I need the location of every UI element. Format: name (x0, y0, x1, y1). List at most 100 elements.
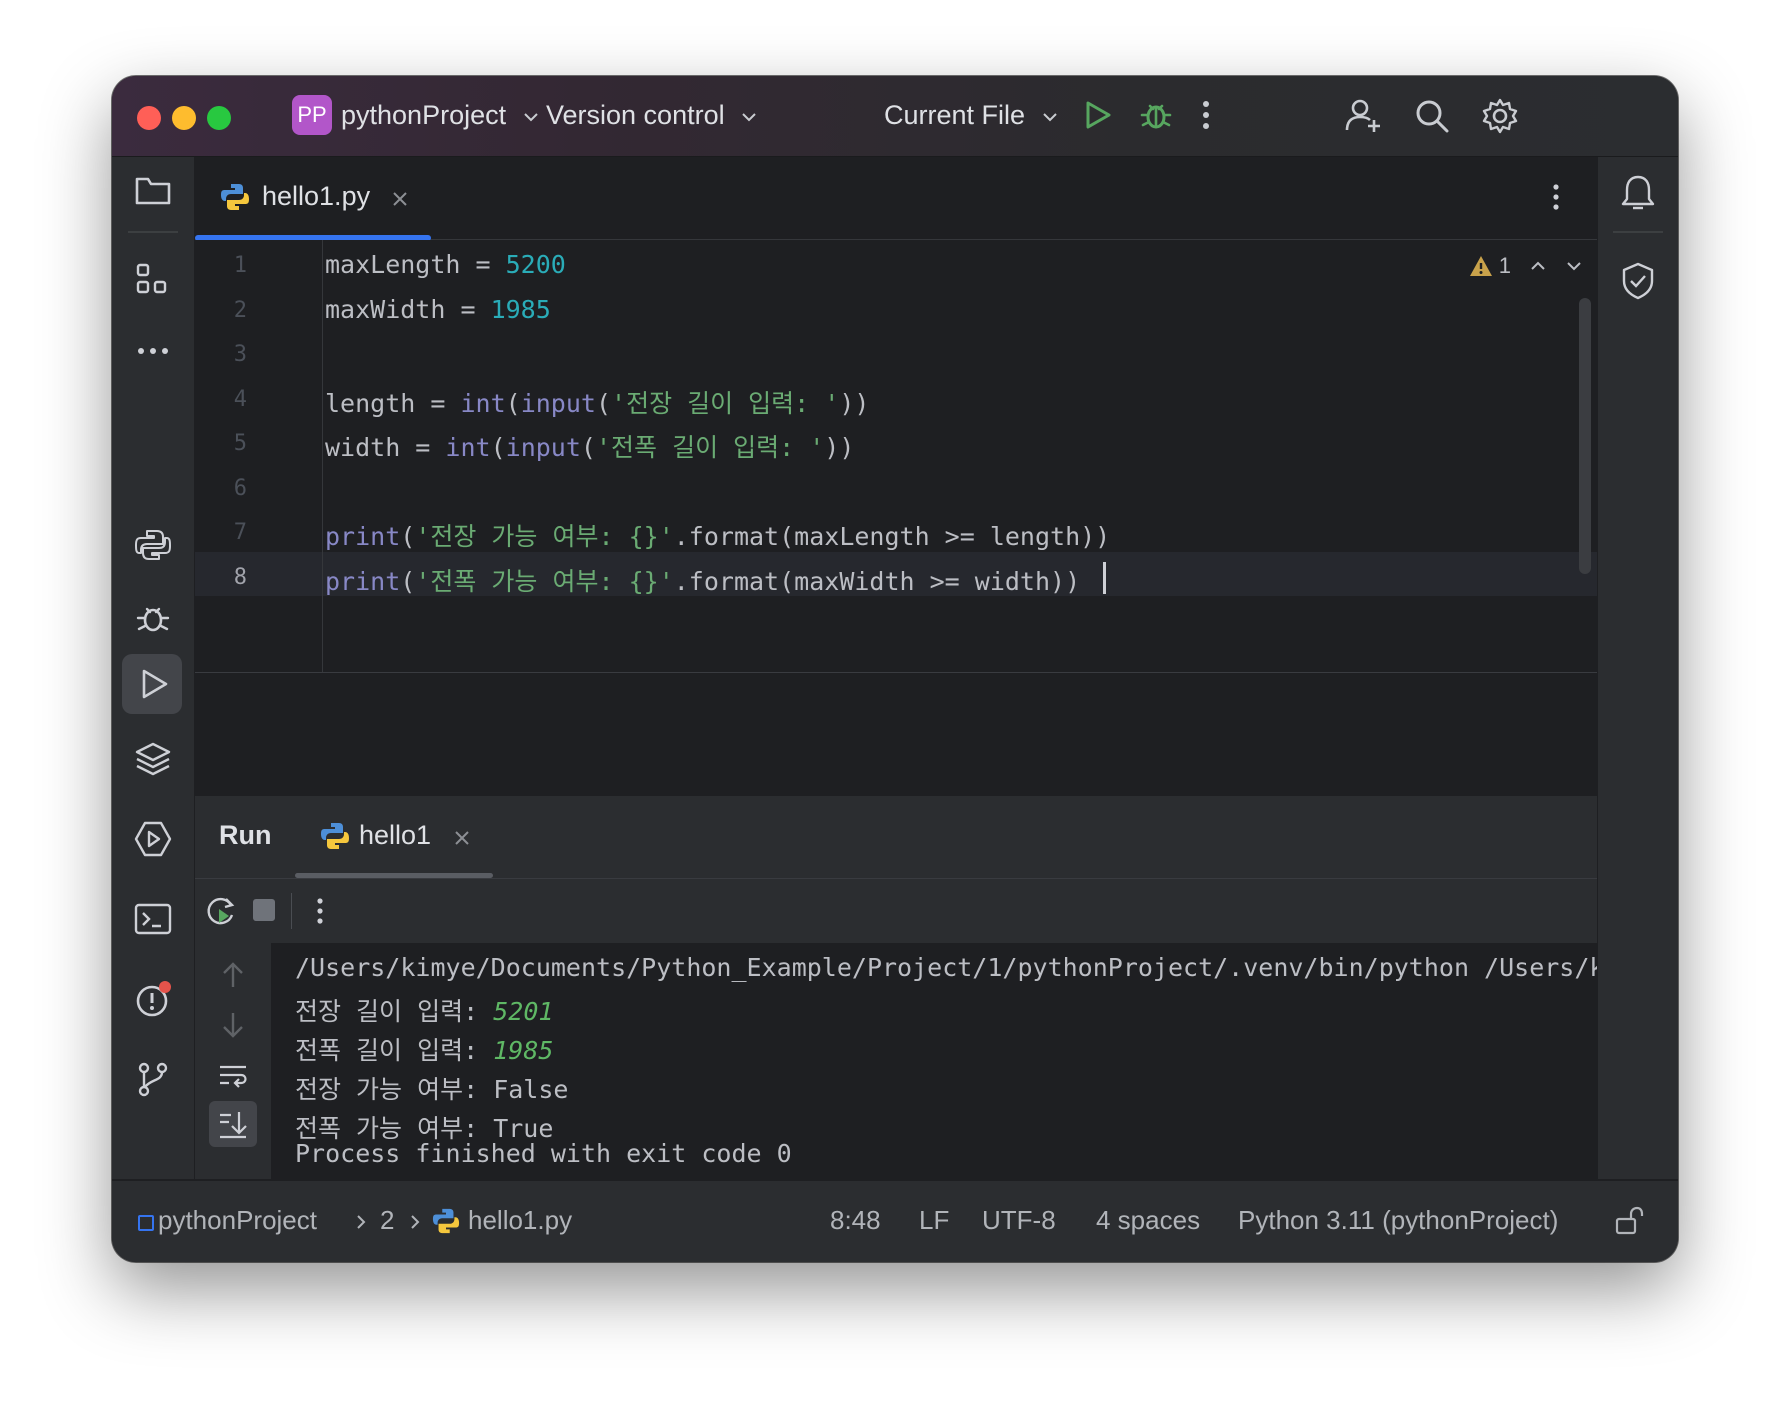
editor-tab-bar: hello1.py (195, 157, 1597, 241)
code-line[interactable]: print('전폭 가능 여부: {}'.format(maxWidth >= … (325, 562, 1080, 598)
line-number: 1 (233, 253, 247, 278)
project-selector[interactable]: pythonProject (341, 98, 540, 132)
line-ending[interactable]: LF (919, 1205, 949, 1236)
chevron-down-icon[interactable] (1565, 257, 1583, 275)
breadcrumb-project[interactable]: pythonProject (158, 1205, 317, 1236)
editor-bottom-area (195, 672, 1597, 749)
add-user-icon[interactable] (1344, 96, 1384, 136)
code-token: maxWidth = (325, 295, 491, 324)
structure-icon[interactable] (133, 261, 173, 301)
gutter-separator (322, 240, 323, 672)
line-number: 2 (233, 298, 247, 323)
code-token: )) (839, 389, 870, 418)
arrow-down-icon[interactable] (217, 1009, 249, 1041)
close-icon[interactable] (454, 830, 470, 846)
unlock-icon[interactable] (1614, 1205, 1644, 1237)
code-line[interactable]: length = int(input('전장 길이 입력: ')) (325, 384, 869, 420)
code-line[interactable]: maxLength = 5200 (325, 250, 566, 279)
code-editor[interactable]: 1 2 3 4 5 6 7 8 maxLength = 5200 maxWidth = 1985… (195, 240, 1597, 749)
toolbar-separator (291, 893, 292, 929)
close-icon[interactable] (392, 191, 408, 207)
line-number: 6 (233, 476, 247, 501)
tab-hello1-py[interactable]: hello1.py (195, 157, 431, 241)
python-console-icon[interactable] (133, 525, 173, 565)
debug-icon[interactable] (133, 598, 173, 638)
console-output-line: 전장 가능 여부: False (295, 1075, 569, 1104)
line-number: 3 (233, 342, 247, 367)
python-file-icon (221, 184, 249, 210)
code-token: ( (490, 433, 506, 462)
prompt-text: 전장 길이 입력: (295, 997, 494, 1026)
services-icon[interactable] (133, 819, 173, 859)
code-token: int (445, 433, 491, 462)
indent-setting[interactable]: 4 spaces (1096, 1205, 1200, 1236)
code-token: '전장 가능 여부: {}' (415, 522, 674, 551)
user-input-value: 5201 (493, 997, 554, 1026)
project-badge[interactable]: PP (292, 95, 332, 135)
editor-scrollbar[interactable] (1579, 298, 1591, 574)
caret-position[interactable]: 8:48 (830, 1205, 881, 1236)
debug-icon[interactable] (1138, 97, 1174, 133)
soft-wrap-icon[interactable] (217, 1059, 249, 1091)
breadcrumb-folder[interactable]: 2 (380, 1205, 394, 1236)
terminal-icon[interactable] (133, 899, 173, 939)
git-icon[interactable] (133, 1059, 173, 1099)
gear-icon[interactable] (1480, 96, 1520, 136)
code-line[interactable]: maxWidth = 1985 (325, 295, 551, 324)
code-token: width = (325, 433, 446, 462)
run-icon[interactable] (1080, 98, 1114, 132)
arrow-up-icon[interactable] (217, 959, 249, 991)
notifications-icon[interactable] (1618, 173, 1658, 213)
inspection-widget[interactable]: 1 (1469, 250, 1583, 282)
maximize-window-button[interactable] (207, 106, 231, 130)
python-file-icon (432, 1208, 460, 1234)
run-console[interactable]: /Users/kimye/Documents/Python_Example/Pr… (271, 943, 1597, 1179)
close-window-button[interactable] (137, 106, 161, 130)
python-interpreter[interactable]: Python 3.11 (pythonProject) (1238, 1205, 1558, 1236)
chevron-down-icon (523, 113, 538, 122)
code-token: )) (824, 433, 855, 462)
version-control-label: Version control (546, 100, 725, 130)
code-token: print (325, 522, 401, 551)
python-run-icon (321, 823, 349, 849)
tab-label: hello1.py (262, 181, 371, 211)
chevron-up-icon[interactable] (1529, 257, 1547, 275)
code-line[interactable]: print('전장 가능 여부: {}'.format(maxLength >=… (325, 517, 1110, 553)
scroll-to-end-button[interactable] (209, 1101, 257, 1147)
search-icon[interactable] (1412, 96, 1452, 136)
console-prompt-line: 전장 길이 입력: 5201 (295, 992, 553, 1028)
user-input-value: 1985 (493, 1036, 554, 1065)
run-tab-hello1[interactable]: hello1 (295, 796, 493, 878)
code-token: .format(maxWidth >= width)) (673, 567, 1081, 596)
more-icon[interactable] (133, 331, 173, 371)
code-line[interactable]: width = int(input('전폭 길이 입력: ')) (325, 428, 854, 464)
more-icon[interactable] (315, 895, 325, 927)
layers-icon[interactable] (133, 739, 173, 779)
run-panel-header: Run hello1 (195, 795, 1597, 878)
code-token: ( (505, 389, 521, 418)
scroll-to-end-icon (220, 1112, 247, 1139)
chevron-right-icon (411, 1215, 420, 1229)
more-icon[interactable] (1200, 98, 1212, 132)
run-icon[interactable] (133, 664, 173, 704)
more-icon[interactable] (1551, 181, 1561, 213)
line-number: 5 (233, 431, 247, 456)
run-panel-title: Run (219, 820, 272, 850)
problems-icon[interactable] (133, 979, 173, 1019)
code-token: ( (400, 522, 416, 551)
stop-icon[interactable] (253, 899, 275, 921)
line-number: 4 (233, 387, 247, 412)
run-config-selector[interactable]: Current File (884, 98, 1059, 132)
warning-icon (1469, 256, 1492, 276)
file-encoding[interactable]: UTF-8 (982, 1205, 1056, 1236)
run-config-label: Current File (884, 100, 1026, 130)
version-control-menu[interactable]: Version control (546, 98, 758, 132)
shield-icon[interactable] (1618, 261, 1658, 301)
minimize-window-button[interactable] (172, 106, 196, 130)
breadcrumb-file[interactable]: hello1.py (468, 1205, 572, 1236)
run-tab-label: hello1 (359, 820, 432, 850)
project-icon[interactable] (133, 171, 173, 211)
console-exit-line: Process finished with exit code 0 (295, 1139, 792, 1168)
code-token: .format(maxLength >= length)) (673, 522, 1111, 551)
rerun-icon[interactable] (205, 895, 237, 927)
